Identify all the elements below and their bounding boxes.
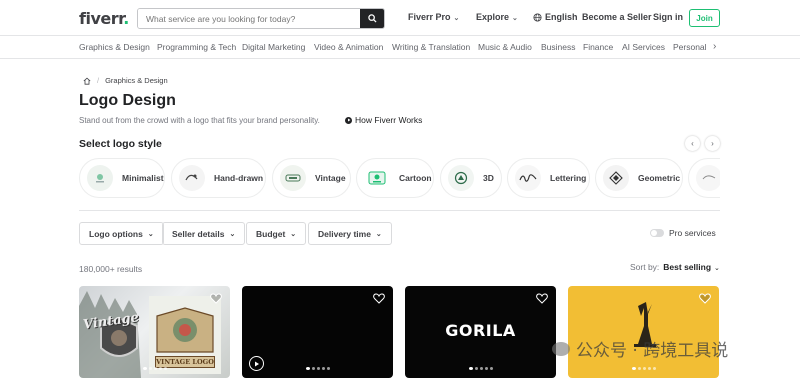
- category-music-audio[interactable]: Music & Audio: [478, 42, 532, 52]
- chevron-left-icon: ‹: [691, 139, 694, 148]
- chevron-down-icon: ⌄: [147, 230, 154, 238]
- cartoon-thumbnail: [364, 165, 390, 191]
- search-icon: [367, 14, 377, 23]
- filter-seller-details[interactable]: Seller details ⌄: [162, 222, 246, 245]
- nav-sign-in[interactable]: Sign in: [653, 12, 683, 22]
- heart-icon[interactable]: [210, 293, 222, 304]
- search-bar: [137, 8, 385, 29]
- category-programming-tech[interactable]: Programming & Tech: [157, 42, 236, 52]
- nav-explore[interactable]: Explore ⌄: [476, 12, 518, 22]
- category-graphics-design[interactable]: Graphics & Design: [79, 42, 150, 52]
- sort-by-dropdown[interactable]: Sort by: Best selling ⌄: [630, 262, 720, 272]
- lettering-thumbnail: [515, 165, 541, 191]
- heart-icon[interactable]: [373, 293, 385, 304]
- gig-card[interactable]: GORILA: [405, 286, 556, 378]
- chevron-down-icon: ⌄: [375, 230, 382, 238]
- image-pagination-dots[interactable]: [631, 367, 656, 370]
- gig-card[interactable]: Vintage VINTAGE LOGO: [79, 286, 230, 378]
- section-divider: [79, 210, 720, 211]
- toggle-knob: [651, 230, 657, 236]
- page-title: Logo Design: [79, 92, 176, 109]
- search-input[interactable]: [138, 9, 362, 28]
- chevron-down-icon: ⌄: [290, 230, 297, 238]
- chevron-down-icon: ⌄: [512, 15, 518, 22]
- category-finance[interactable]: Finance: [583, 42, 613, 52]
- category-personal-growth[interactable]: Personal G: [673, 42, 709, 52]
- watermark: 公众号 · 跨境工具说: [552, 336, 728, 361]
- image-pagination-dots[interactable]: [468, 367, 493, 370]
- style-chip-minimalist[interactable]: Minimalist: [79, 158, 165, 198]
- pro-services-label: Pro services: [669, 228, 716, 238]
- style-chip-cartoon[interactable]: Cartoon: [356, 158, 434, 198]
- geometric-thumbnail: [603, 165, 629, 191]
- chevron-down-icon: ⌄: [453, 15, 460, 22]
- how-fiverr-works-link[interactable]: How Fiverr Works: [345, 115, 422, 125]
- pro-services-toggle[interactable]: [650, 229, 664, 237]
- image-pagination-dots[interactable]: [305, 367, 330, 370]
- category-digital-marketing[interactable]: Digital Marketing: [242, 42, 305, 52]
- carousel-prev-button[interactable]: ‹: [685, 136, 700, 151]
- gig-card[interactable]: [242, 286, 393, 378]
- breadcrumb-separator: /: [97, 76, 100, 85]
- heart-icon[interactable]: [699, 293, 711, 304]
- filter-budget[interactable]: Budget ⌄: [246, 222, 307, 245]
- style-chip-vintage[interactable]: Vintage: [272, 158, 351, 198]
- search-button[interactable]: [360, 9, 384, 28]
- style-chip-geometric[interactable]: Geometric: [595, 158, 683, 198]
- style-chip-hand-drawn[interactable]: Hand-drawn: [171, 158, 266, 198]
- style-thumbnail: [696, 165, 720, 191]
- style-chip-3d[interactable]: 3D: [440, 158, 502, 198]
- nav-become-seller[interactable]: Become a Seller: [582, 12, 652, 22]
- filter-logo-options[interactable]: Logo options ⌄: [79, 222, 164, 245]
- category-video-animation[interactable]: Video & Animation: [314, 42, 383, 52]
- nav-fiverr-pro[interactable]: Fiverr Pro ⌄: [408, 12, 459, 22]
- logo-style-carousel: Minimalist Hand-drawn Vintage Cartoon 3D…: [79, 158, 720, 198]
- gig-brand-text: GORILA: [445, 321, 516, 340]
- gig-image: [634, 302, 656, 347]
- category-writing-translation[interactable]: Writing & Translation: [392, 42, 470, 52]
- results-count: 180,000+ results: [79, 264, 143, 274]
- 3d-thumbnail: [448, 165, 474, 191]
- category-ai-services[interactable]: AI Services: [622, 42, 665, 52]
- chevron-down-icon: ⌄: [229, 230, 236, 238]
- page-subtitle: Stand out from the crowd with a logo tha…: [79, 116, 320, 125]
- gig-card[interactable]: [568, 286, 719, 378]
- image-pagination-dots[interactable]: [142, 367, 167, 370]
- chevron-down-icon: ⌄: [714, 265, 720, 272]
- video-play-button[interactable]: [249, 356, 264, 371]
- filter-delivery-time[interactable]: Delivery time ⌄: [308, 222, 392, 245]
- join-button[interactable]: Join: [689, 9, 720, 27]
- heart-icon[interactable]: [536, 293, 548, 304]
- wechat-icon: [552, 341, 570, 356]
- style-chip-partial[interactable]: [688, 158, 720, 198]
- play-icon: [345, 116, 352, 124]
- top-header: fiverr. Fiverr Pro⌄ Explore⌄ English Bec…: [0, 0, 800, 36]
- home-icon[interactable]: [83, 77, 91, 85]
- carousel-next-button[interactable]: ›: [705, 136, 720, 151]
- vintage-thumbnail: [280, 165, 306, 191]
- chevron-right-icon[interactable]: ›: [713, 41, 716, 52]
- category-bar: Graphics & Design Programming & Tech Dig…: [0, 37, 800, 59]
- logo-style-heading: Select logo style: [79, 138, 162, 150]
- category-business[interactable]: Business: [541, 42, 576, 52]
- nav-language[interactable]: English: [533, 12, 578, 22]
- play-icon: [254, 361, 259, 366]
- globe-icon: [533, 12, 542, 22]
- hand-drawn-thumbnail: [179, 165, 205, 191]
- chevron-right-icon: ›: [711, 139, 714, 148]
- breadcrumb-current[interactable]: Graphics & Design: [105, 76, 168, 85]
- breadcrumb: / Graphics & Design: [83, 76, 168, 85]
- style-chip-lettering[interactable]: Lettering: [507, 158, 590, 198]
- fiverr-logo[interactable]: fiverr.: [79, 9, 129, 28]
- minimalist-thumbnail: [87, 165, 113, 191]
